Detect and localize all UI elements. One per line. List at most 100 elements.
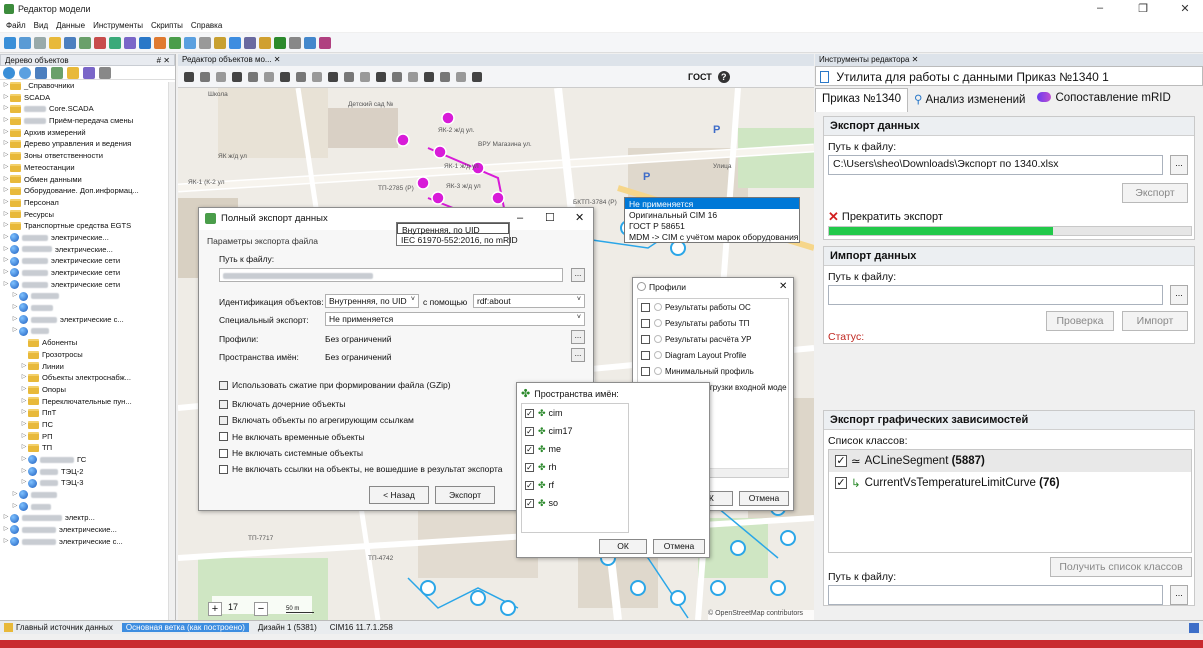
- expand-arrow-icon[interactable]: ▷: [20, 442, 28, 454]
- stop-export-link[interactable]: ✕ Прекратить экспорт: [828, 209, 943, 225]
- graph-browse-button[interactable]: ...: [1170, 585, 1188, 605]
- pole-marker[interactable]: [470, 590, 486, 606]
- class-item-curve[interactable]: ✓ ↳ CurrentVsTemperatureLimitCurve (76): [829, 472, 1191, 494]
- tool-icon[interactable]: [319, 36, 331, 49]
- expand-arrow-icon[interactable]: ▷: [11, 489, 19, 501]
- map-editor-tab[interactable]: Редактор объектов мо... ✕: [178, 54, 814, 66]
- profile-checkbox[interactable]: [641, 302, 650, 312]
- pole-marker[interactable]: [670, 240, 686, 256]
- expand-arrow-icon[interactable]: ▷: [2, 115, 10, 127]
- tree-item[interactable]: ▷ электрические сети: [0, 255, 175, 267]
- hide-icon[interactable]: [424, 71, 434, 82]
- grid-icon[interactable]: [35, 66, 47, 79]
- namespace-checkbox[interactable]: ✓: [525, 426, 534, 436]
- expand-arrow-icon[interactable]: ▷: [11, 501, 19, 513]
- filter-icon[interactable]: [51, 66, 63, 79]
- menu-help[interactable]: Справка: [191, 21, 222, 30]
- tab-order-1340[interactable]: Приказ №1340: [815, 88, 909, 112]
- expand-arrow-icon[interactable]: ▷: [2, 127, 10, 139]
- graph-path-field[interactable]: [828, 585, 1163, 605]
- tree-item[interactable]: ▷ Core.SCADA: [0, 103, 175, 115]
- namespaces-ok-button[interactable]: ОК: [599, 539, 647, 554]
- status-data-source[interactable]: Главный источник данных: [16, 623, 113, 632]
- diagram-icon[interactable]: [139, 36, 151, 49]
- special-option-none[interactable]: Не применяется: [625, 198, 799, 209]
- substation-marker[interactable]: [433, 145, 447, 159]
- gost-label[interactable]: ГОСТ: [688, 72, 712, 82]
- option-checkbox[interactable]: [219, 380, 228, 390]
- tree-item[interactable]: ▷ Объекты электроснабж...: [0, 372, 175, 384]
- status-branch[interactable]: Основная ветка (как построено): [121, 623, 249, 632]
- tree-item[interactable]: ▷ электр...: [0, 512, 175, 524]
- tree-item[interactable]: ▷ Персонал: [0, 197, 175, 209]
- scissors-icon[interactable]: [328, 71, 338, 82]
- profile-checkbox[interactable]: [641, 318, 650, 328]
- expand-arrow-icon[interactable]: ▷: [20, 361, 28, 373]
- namespace-item[interactable]: ✓ ✤ so: [522, 494, 628, 512]
- profile-item[interactable]: Результаты работы ТП: [638, 315, 788, 331]
- export-button[interactable]: Экспорт: [1122, 183, 1188, 203]
- menu-tools[interactable]: Инструменты: [93, 21, 143, 30]
- tree-item[interactable]: ▷ Транспортные средства EGTS: [0, 220, 175, 232]
- expand-arrow-icon[interactable]: ▷: [2, 174, 10, 186]
- substation-marker[interactable]: [431, 191, 445, 205]
- check-icon[interactable]: [94, 36, 106, 49]
- export-icon[interactable]: [79, 36, 91, 49]
- maximize-button[interactable]: ❐: [1128, 2, 1158, 15]
- id-option-mrid[interactable]: IEC 61970-552:2016, по mRID: [397, 234, 518, 245]
- import-path-field[interactable]: [828, 285, 1163, 305]
- expand-arrow-icon[interactable]: ▷: [2, 209, 10, 221]
- profiles-browse-button[interactable]: ...: [571, 330, 585, 344]
- export-dialog-close[interactable]: ✕: [575, 211, 584, 224]
- link-icon[interactable]: [408, 71, 418, 82]
- export-path-field[interactable]: C:\Users\sheo\Downloads\Экспорт по 1340.…: [828, 155, 1163, 175]
- layout-icon[interactable]: [229, 36, 241, 49]
- tree-item[interactable]: ▷ Архив измерений: [0, 127, 175, 139]
- check-button[interactable]: Проверка: [1046, 311, 1114, 331]
- sync-icon[interactable]: [109, 36, 121, 49]
- namespace-checkbox[interactable]: ✓: [525, 444, 534, 454]
- expand-arrow-icon[interactable]: ▷: [2, 220, 10, 232]
- arrow-icon[interactable]: [344, 71, 354, 82]
- namespace-checkbox[interactable]: ✓: [525, 408, 534, 418]
- import-browse-button[interactable]: ...: [1170, 285, 1188, 305]
- layer-icon[interactable]: [154, 36, 166, 49]
- tree-item[interactable]: ▷ ПС: [0, 419, 175, 431]
- tree-item[interactable]: ▷ ГС: [0, 454, 175, 466]
- profile-item[interactable]: Результаты расчёта УР: [638, 331, 788, 347]
- tree-item[interactable]: ▷ электрические сети: [0, 279, 175, 291]
- help-icon[interactable]: ?: [717, 70, 730, 83]
- zoom-out-button[interactable]: −: [254, 602, 268, 616]
- import-button[interactable]: Импорт: [1122, 311, 1188, 331]
- text-icon[interactable]: [312, 71, 322, 82]
- tree-item[interactable]: ▷: [0, 302, 175, 314]
- profile-item[interactable]: Результаты работы ОС: [638, 299, 788, 315]
- table-icon[interactable]: [214, 36, 226, 49]
- profile-item[interactable]: Diagram Layout Profile: [638, 347, 788, 363]
- special-option-gost[interactable]: ГОСТ Р 58651: [625, 220, 799, 231]
- pin-close-icon[interactable]: # ✕: [157, 56, 170, 65]
- option-checkbox[interactable]: [219, 448, 228, 458]
- tree-item[interactable]: ▷ Приём-передача смены: [0, 115, 175, 127]
- tree-item[interactable]: ▷ ТЭЦ-3: [0, 477, 175, 489]
- tree-item[interactable]: ▷: [0, 501, 175, 513]
- substation-marker[interactable]: [416, 176, 430, 190]
- pan-icon[interactable]: [248, 71, 258, 82]
- pole-marker[interactable]: [780, 530, 796, 546]
- tree-item[interactable]: Грозотросы: [0, 349, 175, 361]
- tree-item[interactable]: ▷ электрические сети: [0, 267, 175, 279]
- map-attribution[interactable]: © OpenStreetMap contributors: [708, 610, 803, 617]
- menu-file[interactable]: Файл: [6, 21, 26, 30]
- tab-change-analysis[interactable]: ⚲ Анализ изменений: [908, 88, 1031, 112]
- tree-item[interactable]: ▷: [0, 325, 175, 337]
- new-icon[interactable]: [4, 36, 16, 49]
- expand-arrow-icon[interactable]: ▷: [2, 92, 10, 104]
- pole-marker[interactable]: [770, 580, 786, 596]
- pole-marker[interactable]: [710, 580, 726, 596]
- pole-marker[interactable]: [730, 540, 746, 556]
- curve-icon[interactable]: [376, 71, 386, 82]
- tree-item[interactable]: ▷ Метеостанции: [0, 162, 175, 174]
- namespace-checkbox[interactable]: ✓: [525, 480, 534, 490]
- menu-data[interactable]: Данные: [56, 21, 85, 30]
- sync-icon[interactable]: [19, 66, 31, 79]
